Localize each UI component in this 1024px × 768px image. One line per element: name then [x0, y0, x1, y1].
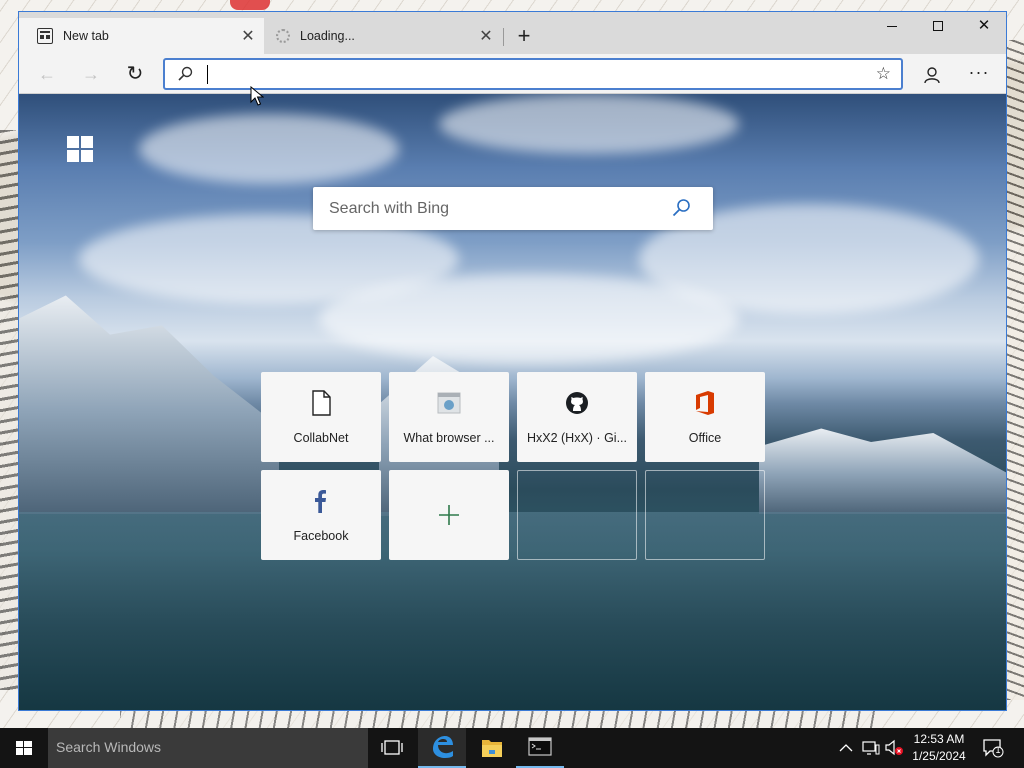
- tab-title: Loading...: [300, 29, 355, 43]
- search-placeholder: Search with Bing: [329, 200, 450, 217]
- profile-button[interactable]: [917, 60, 947, 90]
- person-icon: [924, 67, 940, 83]
- file-explorer-icon: [482, 740, 502, 757]
- loading-spinner-icon: [276, 29, 290, 43]
- tab-close-icon[interactable]: ✕: [236, 26, 260, 46]
- volume-muted-icon[interactable]: [884, 739, 904, 757]
- address-input[interactable]: [207, 64, 847, 86]
- background-mountain: [759, 428, 1006, 514]
- task-view-button[interactable]: [368, 728, 416, 768]
- search-icon: [178, 66, 193, 81]
- mouse-cursor-icon: [250, 86, 264, 106]
- show-hidden-icons-icon[interactable]: [838, 740, 854, 756]
- taskbar-search-box[interactable]: Search Windows: [48, 728, 368, 768]
- windows-start-icon: [16, 741, 32, 755]
- notification-count: 1: [995, 745, 1001, 755]
- top-site-tile[interactable]: Facebook: [261, 470, 381, 560]
- site-favicon-icon: [437, 392, 461, 414]
- github-icon: [566, 392, 588, 414]
- new-tab-button[interactable]: +: [509, 22, 539, 50]
- minimize-icon: [887, 25, 897, 27]
- taskbar-search-placeholder: Search Windows: [56, 739, 162, 755]
- background-mountain: [19, 295, 279, 514]
- document-icon: [312, 390, 331, 416]
- text-caret: [207, 65, 208, 84]
- tile-label: What browser ...: [403, 431, 495, 445]
- background-cloud: [439, 94, 739, 154]
- start-button[interactable]: [0, 728, 48, 768]
- taskbar-app-terminal[interactable]: [516, 728, 564, 768]
- bing-search-box[interactable]: Search with Bing: [313, 187, 713, 230]
- add-site-tile[interactable]: [389, 470, 509, 560]
- add-icon: [439, 505, 459, 525]
- taskbar-app-file-explorer[interactable]: [468, 728, 516, 768]
- wallpaper-detail: [230, 0, 270, 10]
- background-cloud: [139, 114, 399, 184]
- wallpaper-detail: [0, 130, 18, 690]
- tile-label: HxX2 (HxX) · Gi...: [526, 431, 627, 445]
- taskbar: Search Windows 12:53 AM 1/25/2024 1: [0, 728, 1024, 768]
- tile-label: CollabNet: [293, 431, 349, 445]
- empty-tile-slot[interactable]: [517, 470, 637, 560]
- tab-separator: [503, 28, 504, 46]
- new-tab-page: Search with Bing CollabNet What browser …: [19, 94, 1006, 710]
- windows-logo-icon: [67, 136, 93, 162]
- maximize-button[interactable]: [915, 12, 961, 42]
- top-site-tile[interactable]: HxX2 (HxX) · Gi...: [517, 372, 637, 462]
- title-bar: New tab ✕ Loading... ✕ + ✕: [19, 12, 1006, 54]
- clock-date: 1/25/2024: [912, 749, 966, 763]
- top-site-tile[interactable]: CollabNet: [261, 372, 381, 462]
- tab-close-icon[interactable]: ✕: [474, 26, 498, 46]
- facebook-icon: [315, 490, 326, 513]
- office-icon: [696, 391, 714, 415]
- maximize-icon: [933, 21, 943, 32]
- back-button[interactable]: ←: [27, 58, 67, 90]
- tab-loading[interactable]: Loading... ✕: [264, 18, 502, 54]
- tab-new-tab[interactable]: New tab ✕: [19, 18, 264, 54]
- forward-button[interactable]: →: [71, 58, 111, 90]
- top-site-tile[interactable]: What browser ...: [389, 372, 509, 462]
- address-bar[interactable]: ☆: [163, 58, 903, 90]
- favorite-star-icon[interactable]: ☆: [876, 64, 891, 84]
- more-options-button[interactable]: ···: [961, 60, 997, 90]
- background-lake: [19, 512, 1006, 710]
- navigation-bar: ← → ↻ ☆ ···: [19, 54, 1006, 94]
- new-tab-page-icon: [37, 28, 53, 44]
- system-clock[interactable]: 12:53 AM 1/25/2024: [902, 731, 976, 765]
- terminal-icon: [528, 737, 552, 756]
- minimize-button[interactable]: [869, 12, 915, 42]
- tab-title: New tab: [63, 29, 109, 43]
- browser-window: New tab ✕ Loading... ✕ + ✕ ← → ↻ ☆ ··· S…: [18, 11, 1007, 711]
- empty-tile-slot[interactable]: [645, 470, 765, 560]
- clock-time: 12:53 AM: [913, 732, 965, 746]
- action-center-button[interactable]: 1: [982, 738, 1004, 758]
- top-site-tile[interactable]: Office: [645, 372, 765, 462]
- wallpaper-detail: [120, 708, 880, 728]
- tile-label: Office: [688, 431, 722, 445]
- close-window-button[interactable]: ✕: [961, 12, 1006, 42]
- tile-label: Facebook: [293, 529, 349, 543]
- background-cloud: [319, 274, 739, 364]
- refresh-button[interactable]: ↻: [115, 58, 155, 90]
- task-view-icon: [381, 740, 403, 755]
- search-icon[interactable]: [671, 198, 691, 218]
- network-icon[interactable]: [862, 740, 880, 756]
- taskbar-app-edge[interactable]: [418, 728, 466, 768]
- wallpaper-detail: [1006, 40, 1024, 700]
- edge-icon: [433, 736, 453, 758]
